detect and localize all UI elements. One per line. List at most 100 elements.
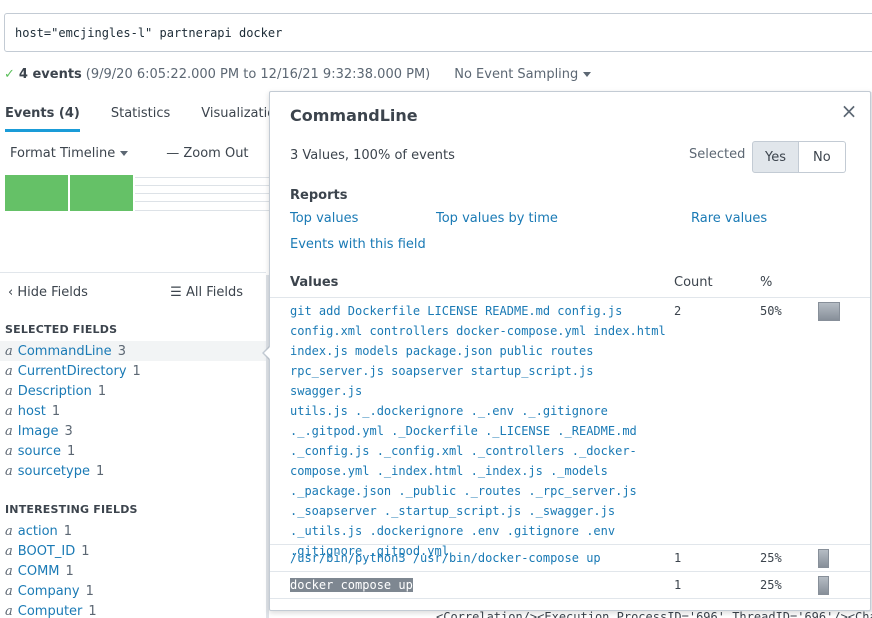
event-count: 4 events bbox=[18, 66, 82, 82]
hide-fields-button[interactable]: ‹ Hide Fields bbox=[8, 285, 88, 300]
field-count: 1 bbox=[51, 403, 61, 419]
event-sampling-dropdown[interactable]: No Event Sampling bbox=[454, 66, 592, 82]
value-line: rpc_server.js soapserver startup_script.… bbox=[290, 364, 594, 398]
field-stats: 3 Values, 100% of events bbox=[290, 148, 455, 163]
field-item[interactable]: a source 1 bbox=[0, 441, 266, 461]
field-name: sourcetype bbox=[17, 463, 90, 479]
table-row: docker compose up 1 25% bbox=[270, 572, 870, 599]
field-name: CommandLine bbox=[17, 343, 112, 359]
divider bbox=[0, 272, 266, 273]
yes-button[interactable]: Yes bbox=[752, 141, 799, 173]
timeline-gridline bbox=[135, 201, 275, 202]
field-item[interactable]: a BOOT_ID 1 bbox=[0, 541, 266, 561]
field-name: source bbox=[17, 443, 61, 459]
interesting-fields-title: INTERESTING FIELDS bbox=[5, 503, 138, 516]
value-line: ._config.js ._config.xml ._controllers .… bbox=[290, 444, 637, 458]
count-header: Count bbox=[674, 275, 713, 290]
field-type: a bbox=[5, 583, 13, 599]
field-name: action bbox=[17, 523, 58, 539]
field-count: 1 bbox=[66, 443, 76, 459]
field-type: a bbox=[5, 363, 13, 379]
value-line: ._soapserver ._startup_script.js ._swagg… bbox=[290, 504, 616, 518]
value-link[interactable]: /usr/bin/python3 /usr/bin/docker-compose… bbox=[290, 548, 668, 568]
background-event-text: <Correlation/><Execution ProcessID='696'… bbox=[436, 610, 872, 618]
field-name: Computer bbox=[17, 603, 83, 618]
zoom-out-button[interactable]: — Zoom Out bbox=[166, 146, 248, 161]
selected-fields-list: a CommandLine 3 a CurrentDirectory 1 a Descri… bbox=[0, 341, 266, 481]
value-link[interactable]: docker compose up bbox=[290, 575, 668, 595]
event-sampling-label: No Event Sampling bbox=[454, 66, 579, 82]
rare-values-link[interactable]: Rare values bbox=[691, 211, 767, 226]
table-row: /usr/bin/python3 /usr/bin/docker-compose… bbox=[270, 545, 870, 572]
value-line: index.js models package.json public rout… bbox=[290, 344, 594, 358]
format-timeline-button[interactable]: Format Timeline bbox=[10, 146, 129, 161]
field-name: Description bbox=[17, 383, 92, 399]
results-tabs: Events (4) Statistics Visualization bbox=[0, 96, 309, 132]
field-item[interactable]: a CommandLine 3 bbox=[0, 341, 266, 361]
value-link[interactable]: git add Dockerfile LICENSE README.md con… bbox=[290, 301, 668, 561]
field-type: a bbox=[5, 603, 13, 618]
events-with-field-link[interactable]: Events with this field bbox=[290, 237, 426, 252]
field-name: Company bbox=[17, 583, 80, 599]
field-count: 1 bbox=[132, 363, 141, 379]
timeline-gridline bbox=[135, 193, 275, 194]
no-button[interactable]: No bbox=[799, 141, 846, 173]
tab-statistics[interactable]: Statistics bbox=[111, 96, 170, 132]
selected-label: Selected bbox=[689, 147, 746, 162]
value-count: 1 bbox=[674, 578, 682, 592]
field-count: 1 bbox=[85, 583, 94, 599]
timeline-gridline bbox=[135, 210, 275, 211]
hide-fields-label: Hide Fields bbox=[17, 285, 88, 300]
timeline-bar[interactable] bbox=[70, 175, 133, 211]
field-item[interactable]: a Company 1 bbox=[0, 581, 266, 601]
timeline-gridline bbox=[135, 177, 275, 178]
field-item[interactable]: a action 1 bbox=[0, 521, 266, 541]
field-type: a bbox=[5, 543, 13, 559]
field-name: host bbox=[17, 403, 46, 419]
top-values-by-time-link[interactable]: Top values by time bbox=[436, 211, 558, 226]
top-values-link[interactable]: Top values bbox=[290, 211, 358, 226]
field-count: 1 bbox=[65, 563, 74, 579]
field-count: 1 bbox=[81, 543, 90, 559]
popover-arrow-inner bbox=[264, 346, 271, 360]
value-percent: 25% bbox=[760, 551, 782, 565]
field-item[interactable]: a CurrentDirectory 1 bbox=[0, 361, 266, 381]
chevron-down-icon bbox=[120, 151, 129, 156]
field-count: 1 bbox=[95, 463, 105, 479]
timeline-toolbar: Format Timeline — Zoom Out bbox=[10, 146, 249, 161]
field-type: a bbox=[5, 403, 13, 419]
interesting-fields-list: a action 1 a BOOT_ID 1 a COMM 1 a Company 1 a Com… bbox=[0, 521, 266, 618]
timeline-chart[interactable] bbox=[5, 175, 275, 212]
fields-header: ‹ Hide Fields ☰ All Fields bbox=[8, 285, 263, 300]
field-name: BOOT_ID bbox=[17, 543, 76, 559]
search-query-text: host="emcjingles-l" partnerapi docker bbox=[15, 25, 283, 40]
table-row: git add Dockerfile LICENSE README.md con… bbox=[270, 298, 870, 558]
all-fields-label: All Fields bbox=[185, 285, 243, 300]
all-fields-button[interactable]: ☰ All Fields bbox=[170, 285, 243, 300]
percent-header: % bbox=[760, 275, 773, 290]
selected-toggle: Yes No bbox=[752, 141, 846, 173]
value-line: config.xml controllers docker-compose.ym… bbox=[290, 324, 666, 338]
value-line: compose.yml ._index.html ._index.js ._mo… bbox=[290, 464, 608, 478]
field-type: a bbox=[5, 443, 13, 459]
tab-events[interactable]: Events (4) bbox=[5, 96, 80, 132]
field-type: a bbox=[5, 383, 13, 399]
field-item[interactable]: a sourcetype 1 bbox=[0, 461, 266, 481]
values-table-header: Values Count % bbox=[270, 272, 870, 298]
field-count: 3 bbox=[64, 423, 73, 439]
field-summary-popover: CommandLine × 3 Values, 100% of events S… bbox=[269, 91, 871, 611]
field-name: Image bbox=[17, 423, 59, 439]
field-item[interactable]: a COMM 1 bbox=[0, 561, 266, 581]
timeline-bar[interactable] bbox=[5, 175, 68, 211]
percent-bar bbox=[818, 302, 840, 321]
close-icon[interactable]: × bbox=[840, 101, 858, 121]
field-item[interactable]: a host 1 bbox=[0, 401, 266, 421]
field-count: 3 bbox=[117, 343, 126, 359]
field-item[interactable]: a Computer 1 bbox=[0, 601, 266, 618]
value-count: 2 bbox=[674, 304, 682, 318]
search-input[interactable]: host="emcjingles-l" partnerapi docker bbox=[4, 13, 872, 52]
field-item[interactable]: a Description 1 bbox=[0, 381, 266, 401]
selected-fields-title: SELECTED FIELDS bbox=[5, 323, 118, 336]
field-item[interactable]: a Image 3 bbox=[0, 421, 266, 441]
field-name: COMM bbox=[17, 563, 60, 579]
